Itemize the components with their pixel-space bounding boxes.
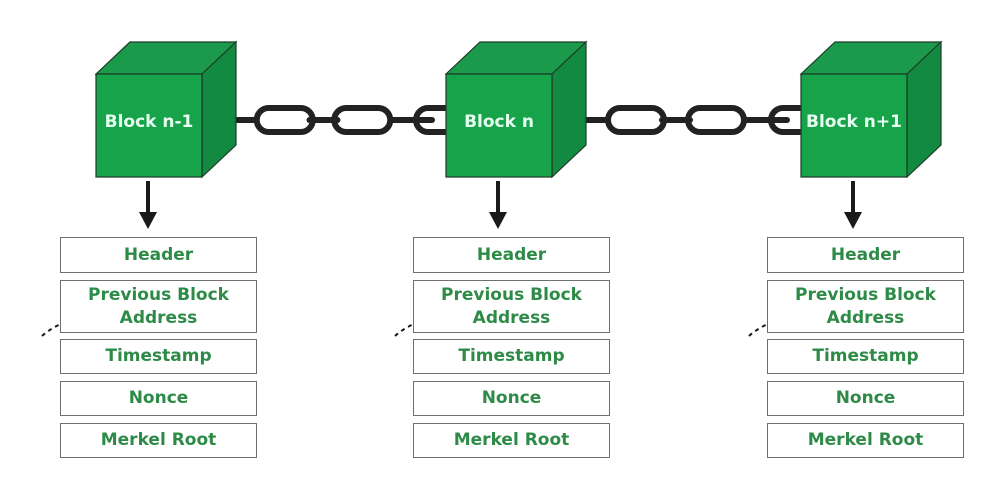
block-label-n-plus-1: Block n+1 bbox=[806, 112, 902, 132]
field-header: Header bbox=[413, 237, 610, 273]
field-text: Header bbox=[123, 244, 194, 265]
field-text: Nonce bbox=[128, 388, 189, 408]
field-nonce: Nonce bbox=[60, 381, 257, 416]
field-previous-block-address: Previous Block Address bbox=[767, 280, 964, 333]
field-text: Previous Block Address bbox=[441, 284, 582, 330]
chain-link bbox=[253, 105, 316, 135]
down-arrow-icon bbox=[489, 212, 507, 229]
field-text: Header bbox=[476, 244, 547, 265]
field-text: Previous Block Address bbox=[88, 284, 229, 330]
field-text: Nonce bbox=[481, 388, 542, 408]
field-text: Merkel Root bbox=[453, 430, 570, 450]
field-text: Merkel Root bbox=[807, 430, 924, 450]
field-text: Previous Block Address bbox=[795, 284, 936, 330]
field-text: Timestamp bbox=[812, 346, 919, 366]
field-nonce: Nonce bbox=[413, 381, 610, 416]
chain-link bbox=[605, 105, 667, 135]
field-header: Header bbox=[60, 237, 257, 273]
field-text-line: Address bbox=[826, 307, 905, 328]
field-previous-block-address: Previous Block Address bbox=[413, 280, 610, 333]
field-timestamp: Timestamp bbox=[767, 339, 964, 374]
field-text: Timestamp bbox=[458, 346, 565, 366]
chain-link bbox=[331, 105, 394, 135]
field-nonce: Nonce bbox=[767, 381, 964, 416]
field-merkel-root: Merkel Root bbox=[60, 423, 257, 458]
field-text-line: Address bbox=[472, 307, 551, 328]
field-text: Header bbox=[830, 244, 901, 265]
chain-icon bbox=[198, 105, 449, 135]
field-text-line: Previous Block bbox=[795, 284, 936, 305]
block-label-n: Block n bbox=[464, 112, 534, 132]
chain-link bbox=[685, 105, 747, 135]
field-text-line: Previous Block bbox=[88, 284, 229, 305]
down-arrow-icon bbox=[844, 212, 862, 229]
field-merkel-root: Merkel Root bbox=[413, 423, 610, 458]
chain-icon bbox=[548, 105, 804, 135]
block-label-n-minus-1: Block n-1 bbox=[104, 112, 194, 132]
field-text: Timestamp bbox=[105, 346, 212, 366]
field-text: Merkel Root bbox=[100, 430, 217, 450]
field-timestamp: Timestamp bbox=[413, 339, 610, 374]
field-previous-block-address: Previous Block Address bbox=[60, 280, 257, 333]
field-timestamp: Timestamp bbox=[60, 339, 257, 374]
field-text: Nonce bbox=[835, 388, 896, 408]
field-text-line: Previous Block bbox=[441, 284, 582, 305]
down-arrow-icon bbox=[139, 212, 157, 229]
field-text-line: Address bbox=[119, 307, 198, 328]
field-merkel-root: Merkel Root bbox=[767, 423, 964, 458]
field-header: Header bbox=[767, 237, 964, 273]
